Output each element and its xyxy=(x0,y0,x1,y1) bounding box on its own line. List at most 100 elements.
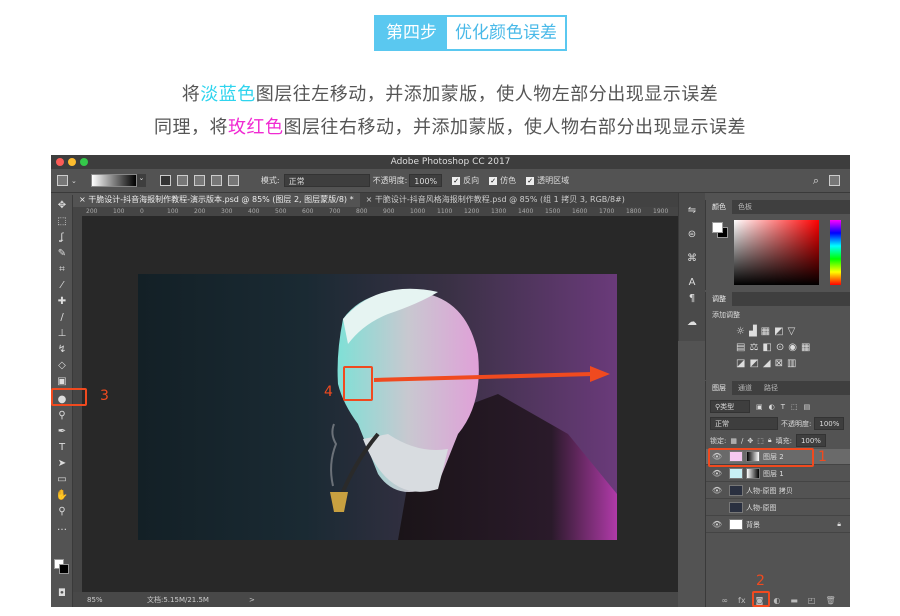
filter-adjust-icon[interactable]: ◐ xyxy=(769,403,775,411)
color-field[interactable] xyxy=(734,220,819,285)
stamp-tool-icon[interactable]: ⊥ xyxy=(54,327,70,341)
creative-cloud-icon[interactable]: ☁ xyxy=(685,317,699,331)
threshold-icon[interactable]: ◢ xyxy=(763,358,775,369)
layer-row[interactable]: 👁︎ 图层 1 xyxy=(706,466,850,482)
tab-channels[interactable]: 通道 xyxy=(732,381,758,395)
character-panel-icon[interactable]: A xyxy=(685,277,699,291)
filter-type-icon[interactable]: T xyxy=(781,403,785,411)
adjustment-layer-icon[interactable]: ◐ xyxy=(773,596,780,605)
new-layer-icon[interactable]: ◰ xyxy=(808,596,816,605)
brightness-icon[interactable]: ☼ xyxy=(736,326,749,337)
blend-mode-select[interactable]: 正常 xyxy=(710,417,778,430)
history-panel-icon[interactable]: ⇋ xyxy=(685,205,699,219)
hue-slider[interactable] xyxy=(830,220,841,285)
eye-icon[interactable]: 👁︎ xyxy=(710,520,724,529)
mode-select[interactable]: 正常 xyxy=(283,174,370,187)
gradient-tool-icon[interactable]: ▣ xyxy=(54,375,70,389)
diamond-gradient-icon[interactable] xyxy=(227,175,239,186)
fill-input[interactable]: 100% xyxy=(795,434,826,447)
zoom-tool-icon[interactable]: ⚲ xyxy=(54,505,70,519)
path-select-tool-icon[interactable]: ➤ xyxy=(54,457,70,471)
document-tab[interactable]: × 干脆设计-抖音风格海报制作教程.psd @ 85% (组 1 拷贝 3, R… xyxy=(360,193,631,207)
tab-color[interactable]: 颜色 xyxy=(706,200,732,214)
filter-shape-icon[interactable]: ⬚ xyxy=(791,403,798,411)
gradient-dropdown-icon[interactable]: ⌄ xyxy=(136,174,146,187)
zoom-level[interactable]: 85% xyxy=(87,596,137,604)
filter-smart-icon[interactable]: ▤ xyxy=(804,403,811,411)
history-brush-tool-icon[interactable]: ↯ xyxy=(54,343,70,357)
eye-icon[interactable]: 👁︎ xyxy=(710,469,724,478)
chevron-down-icon[interactable]: ⌄ xyxy=(71,177,77,185)
crop-tool-icon[interactable]: ⌗ xyxy=(54,263,70,277)
move-tool-icon[interactable]: ✥ xyxy=(54,199,70,213)
dither-checkbox[interactable]: ✓ xyxy=(489,176,498,185)
healing-tool-icon[interactable]: ✚ xyxy=(54,295,70,309)
link-layers-icon[interactable]: ∞ xyxy=(721,596,728,605)
levels-icon[interactable]: ▟ xyxy=(749,326,761,337)
linear-gradient-icon[interactable] xyxy=(159,175,171,186)
angle-gradient-icon[interactable] xyxy=(193,175,205,186)
status-menu-arrow[interactable]: > xyxy=(249,596,255,604)
rectangle-tool-icon[interactable]: ▭ xyxy=(54,473,70,487)
quick-mask-icon[interactable]: ◘ xyxy=(54,587,70,601)
filter-pixel-icon[interactable]: ▣ xyxy=(756,403,763,411)
tab-layers[interactable]: 图层 xyxy=(706,381,732,395)
gradient-map-icon[interactable]: ▥ xyxy=(787,358,800,369)
dodge-tool-icon[interactable]: ⚲ xyxy=(54,409,70,423)
vibrance-icon[interactable]: ▽ xyxy=(788,326,800,337)
tab-paths[interactable]: 路径 xyxy=(758,381,784,395)
quick-select-tool-icon[interactable]: ✎ xyxy=(54,247,70,261)
invert-icon[interactable]: ◪ xyxy=(736,358,749,369)
layer-row[interactable]: 👁︎ 背景 🔒︎ xyxy=(706,517,850,533)
lasso-tool-icon[interactable]: ʆ xyxy=(54,231,70,245)
hue-sat-icon[interactable]: ▤ xyxy=(736,342,749,353)
fx-icon[interactable]: fx xyxy=(738,596,746,605)
more-tools-icon[interactable]: … xyxy=(54,521,70,535)
canvas-area[interactable]: 4 xyxy=(82,216,678,592)
mask-thumbnail[interactable] xyxy=(746,468,760,479)
curves-icon[interactable]: ▦ xyxy=(761,326,774,337)
tab-adjustments[interactable]: 调整 xyxy=(706,292,732,306)
eraser-tool-icon[interactable]: ◇ xyxy=(54,359,70,373)
foreground-color[interactable] xyxy=(712,222,723,233)
color-lookup-icon[interactable]: ▦ xyxy=(801,342,814,353)
background-color-swatch[interactable] xyxy=(59,564,69,574)
search-icon[interactable]: ⌕ xyxy=(813,174,819,188)
exposure-icon[interactable]: ◩ xyxy=(774,326,787,337)
type-tool-icon[interactable]: T xyxy=(54,441,70,455)
photo-filter-icon[interactable]: ⊙ xyxy=(776,342,788,353)
channel-mixer-icon[interactable]: ◉ xyxy=(788,342,801,353)
lock-transparent-icon[interactable]: ▦ xyxy=(730,437,737,445)
lock-artboard-icon[interactable]: ⬚ xyxy=(757,437,764,445)
gradient-tool-preset-icon[interactable] xyxy=(57,175,68,186)
opacity-input[interactable]: 100% xyxy=(409,174,443,187)
brush-tool-icon[interactable]: / xyxy=(54,311,70,325)
layer-row[interactable]: 人物-原图 xyxy=(706,500,850,516)
workspace-icon[interactable] xyxy=(829,175,840,186)
layer-opacity-input[interactable]: 100% xyxy=(814,417,845,430)
marquee-tool-icon[interactable]: ⬚ xyxy=(54,215,70,229)
posterize-icon[interactable]: ◩ xyxy=(749,358,762,369)
lock-paint-icon[interactable]: / xyxy=(741,437,743,445)
layer-row[interactable]: 👁︎ 人物-原图 拷贝 xyxy=(706,483,850,499)
document-tab-active[interactable]: × 干脆设计-抖音海报制作教程-演示版本.psd @ 85% (图层 2, 图层… xyxy=(73,193,360,207)
color-balance-icon[interactable]: ⚖ xyxy=(749,342,762,353)
paragraph-panel-icon[interactable]: ¶ xyxy=(685,293,699,307)
pen-tool-icon[interactable]: ✒ xyxy=(54,425,70,439)
properties-panel-icon[interactable]: ⊜ xyxy=(685,229,699,243)
delete-layer-icon[interactable]: 🗑︎ xyxy=(825,596,835,605)
reverse-checkbox[interactable]: ✓ xyxy=(452,176,461,185)
minimize-button[interactable] xyxy=(68,158,76,166)
paths-panel-icon[interactable]: ⌘ xyxy=(685,253,699,267)
lock-all-icon[interactable]: 🔒︎ xyxy=(768,436,772,445)
bw-icon[interactable]: ◧ xyxy=(762,342,775,353)
layer-filter-select[interactable]: ⚲类型 xyxy=(710,400,750,413)
selective-color-icon[interactable]: ⊠ xyxy=(775,358,787,369)
gradient-picker[interactable] xyxy=(90,174,137,187)
transparency-checkbox[interactable]: ✓ xyxy=(526,176,535,185)
maximize-button[interactable] xyxy=(80,158,88,166)
eyedropper-tool-icon[interactable]: ⁄ xyxy=(54,279,70,293)
lock-move-icon[interactable]: ✥ xyxy=(747,437,753,445)
radial-gradient-icon[interactable] xyxy=(176,175,188,186)
close-button[interactable] xyxy=(56,158,64,166)
